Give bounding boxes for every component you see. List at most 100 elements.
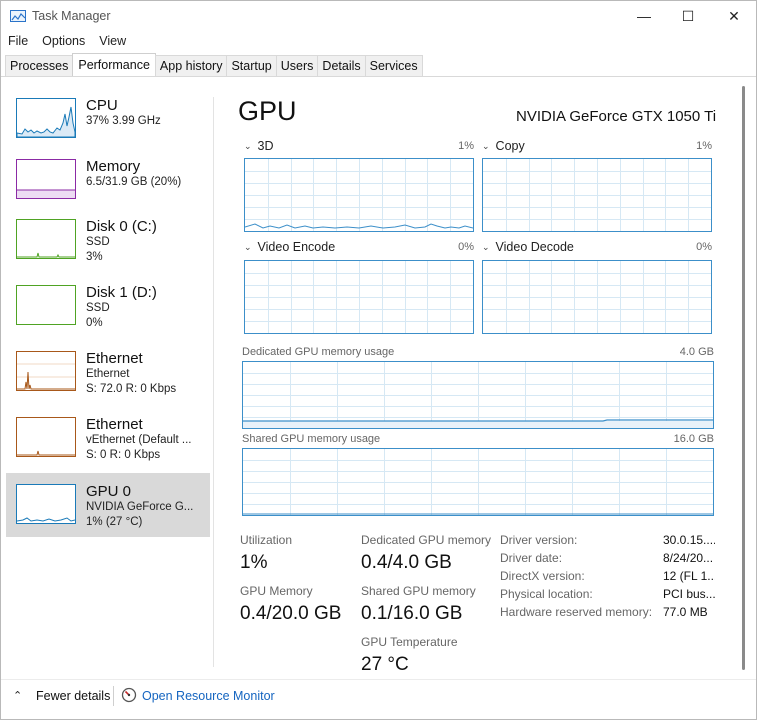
driver-date-value: 8/24/20... (663, 551, 714, 565)
footer-separator (113, 686, 114, 706)
sidebar-item-sub1: 37% 3.99 GHz (86, 115, 161, 127)
fewer-details-button[interactable]: Fewer details (36, 689, 110, 703)
shared-memory-graph-svg (243, 449, 713, 515)
sidebar-item-sub1: NVIDIA GeForce G... (86, 501, 194, 513)
directx-version-label: DirectX version: (500, 569, 585, 583)
gpu-temperature-value: 27 °C (361, 654, 409, 675)
chevron-up-icon[interactable]: ⌃ (13, 689, 22, 702)
sidebar-item-gpu0[interactable]: GPU 0 NVIDIA GeForce G... 1% (27 °C) (6, 473, 210, 537)
gpu-memory-label: GPU Memory (240, 584, 313, 598)
panel-divider (213, 97, 214, 667)
tab-bar: Processes Performance App history Startu… (5, 53, 423, 76)
menu-file[interactable]: File (1, 32, 35, 52)
driver-version-label: Driver version: (500, 533, 578, 547)
sidebar-item-disk0[interactable]: Disk 0 (C:) SSD 3% (6, 208, 210, 272)
sidebar-item-disk1[interactable]: Disk 1 (D:) SSD 0% (6, 274, 210, 338)
resource-monitor-icon[interactable] (121, 687, 137, 703)
sidebar-item-title: Disk 0 (C:) (86, 218, 157, 235)
dedicated-memory-label: Dedicated GPU memory usage (242, 346, 395, 358)
shared-memory-max: 16.0 GB (673, 433, 714, 445)
ethernet-thumbnail (16, 351, 76, 391)
page-title: GPU (238, 96, 297, 126)
shared-memory-label: Shared GPU memory usage (242, 433, 381, 445)
window-title: Task Manager (32, 9, 111, 23)
utilization-value: 1% (240, 552, 268, 573)
engine-video-decode-graph (482, 260, 712, 334)
sidebar-item-sub1: SSD (86, 236, 110, 248)
engine-video-decode-percent: 0% (696, 241, 712, 253)
engine-3d-selector[interactable]: ⌄ 3D (244, 139, 274, 153)
gpu-memory-value: 0.4/20.0 GB (240, 603, 342, 624)
utilization-label: Utilization (240, 533, 293, 547)
title-bar[interactable]: Task Manager — ☐ ✕ (1, 1, 756, 31)
sidebar-item-vethernet[interactable]: Ethernet vEthernet (Default ... S: 0 R: … (6, 406, 210, 470)
sidebar-item-sub2: 3% (86, 251, 103, 263)
task-manager-app-icon (10, 10, 26, 22)
dedicated-memory-max: 4.0 GB (679, 346, 714, 358)
engine-video-encode-graph (244, 260, 474, 334)
dedicated-memory-graph (242, 361, 714, 429)
sidebar-item-sub1: Ethernet (86, 368, 130, 380)
sidebar-item-title: Ethernet (86, 416, 143, 433)
engine-name: Video Decode (495, 240, 574, 254)
dedicated-gpu-memory-label: Dedicated GPU memory (361, 533, 492, 547)
tab-app-history[interactable]: App history (154, 55, 228, 76)
engine-video-decode-selector[interactable]: ⌄ Video Decode (482, 240, 574, 254)
gpu-temperature-label: GPU Temperature (361, 635, 458, 649)
resource-sidebar: CPU 37% 3.99 GHz Memory 6.5/31.9 GB (20%… (5, 87, 211, 667)
dedicated-gpu-memory-value: 0.4/4.0 GB (361, 552, 452, 573)
sidebar-item-title: Memory (86, 158, 141, 175)
driver-version-value: 30.0.15.... (663, 533, 715, 547)
disk1-thumbnail (16, 285, 76, 325)
disk0-thumbnail (16, 219, 76, 259)
tab-processes[interactable]: Processes (5, 55, 74, 76)
engine-video-encode-graph-svg (245, 261, 473, 333)
shared-gpu-memory-value: 0.1/16.0 GB (361, 603, 463, 624)
sidebar-item-cpu[interactable]: CPU 37% 3.99 GHz (6, 87, 210, 151)
engine-copy-selector[interactable]: ⌄ Copy (482, 139, 525, 153)
shared-memory-graph (242, 448, 714, 516)
engine-video-decode-graph-svg (483, 261, 711, 333)
close-button[interactable]: ✕ (711, 1, 757, 31)
menu-view[interactable]: View (92, 32, 133, 52)
engine-3d-graph-svg (245, 159, 473, 231)
sidebar-item-ethernet[interactable]: Ethernet Ethernet S: 72.0 R: 0 Kbps (6, 340, 210, 404)
sidebar-item-title: CPU (86, 97, 118, 114)
tab-startup[interactable]: Startup (226, 55, 277, 76)
engine-name: Copy (495, 139, 525, 153)
engine-3d-percent: 1% (458, 140, 474, 152)
sidebar-item-sub1: 6.5/31.9 GB (20%) (86, 176, 182, 188)
sidebar-item-sub1: vEthernet (Default ... (86, 434, 192, 446)
gpu-thumbnail (16, 484, 76, 524)
tab-users[interactable]: Users (275, 55, 319, 76)
sidebar-item-sub2: S: 0 R: 0 Kbps (86, 449, 161, 461)
maximize-button[interactable]: ☐ (665, 1, 711, 31)
chevron-down-icon: ⌄ (482, 241, 490, 252)
chevron-down-icon: ⌄ (244, 241, 252, 252)
physical-location-value: PCI bus... (663, 587, 715, 601)
engine-video-encode-selector[interactable]: ⌄ Video Encode (244, 240, 335, 254)
tab-divider (1, 76, 756, 77)
minimize-button[interactable]: — (621, 1, 667, 31)
directx-version-value: 12 (FL 1... (663, 569, 715, 583)
engine-3d-graph (244, 158, 474, 232)
open-resource-monitor-link[interactable]: Open Resource Monitor (142, 689, 275, 703)
sidebar-item-sub2: 1% (27 °C) (86, 516, 143, 528)
sidebar-item-memory[interactable]: Memory 6.5/31.9 GB (20%) (6, 148, 210, 212)
sidebar-item-title: GPU 0 (86, 483, 132, 500)
hardware-reserved-memory-label: Hardware reserved memory: (500, 605, 653, 619)
gpu-model-name: NVIDIA GeForce GTX 1050 Ti (516, 108, 717, 125)
shared-gpu-memory-label: Shared GPU memory (361, 584, 476, 598)
tab-details[interactable]: Details (317, 55, 366, 76)
engine-name: Video Encode (257, 240, 336, 254)
scrollbar-thumb[interactable] (742, 86, 745, 670)
driver-date-label: Driver date: (500, 551, 563, 565)
engine-copy-percent: 1% (696, 140, 712, 152)
tab-services[interactable]: Services (364, 55, 423, 76)
dedicated-memory-graph-svg (243, 362, 713, 428)
menu-options[interactable]: Options (35, 32, 92, 52)
menu-bar: File Options View (1, 32, 756, 52)
cpu-thumbnail (16, 98, 76, 138)
sidebar-item-sub2: 0% (86, 317, 103, 329)
tab-performance[interactable]: Performance (72, 53, 156, 76)
